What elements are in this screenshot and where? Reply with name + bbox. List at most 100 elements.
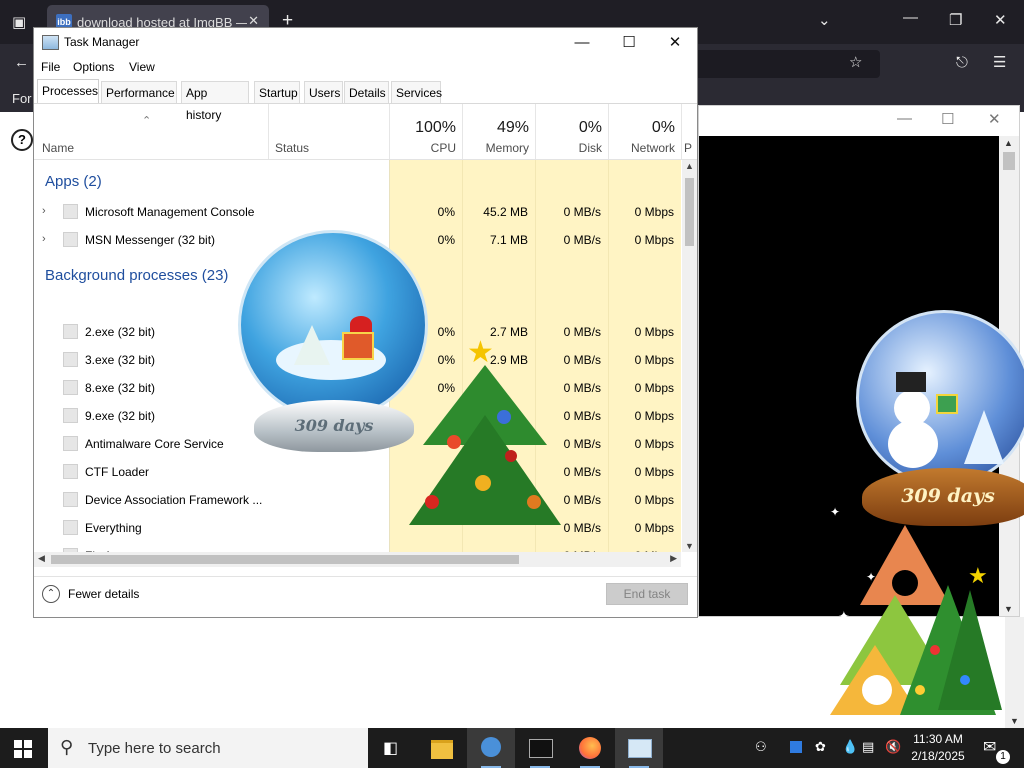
video-close-icon[interactable]: ✕ [988, 110, 1001, 128]
tab-performance[interactable]: Performance [101, 81, 177, 103]
tab-processes[interactable]: Processes [37, 79, 99, 103]
column-extra[interactable]: P [681, 104, 697, 159]
column-status[interactable]: Status [275, 141, 309, 155]
bookmark-star-icon[interactable]: ☆ [849, 53, 862, 71]
memory-total: 49% [496, 119, 529, 136]
search-bar[interactable]: ⚲ Type here to search [48, 728, 368, 768]
help-icon[interactable]: ? [11, 129, 33, 151]
tree-icon [938, 590, 1002, 710]
santa-hat-icon [350, 316, 372, 332]
task-view-icon[interactable]: ◧ [368, 728, 416, 768]
menu-options[interactable]: Options [73, 60, 114, 74]
process-icon [63, 464, 78, 479]
extensions-icon[interactable]: ⎋ [956, 54, 968, 71]
process-row[interactable]: Everything 0 MB/s 0 Mbps [34, 514, 681, 542]
end-task-button[interactable]: End task [606, 583, 688, 605]
tray-app-icon-3[interactable]: 💧 [842, 739, 858, 755]
chevron-up-icon[interactable]: ⌃ [42, 585, 60, 603]
ornament-icon [960, 675, 970, 685]
title-bar[interactable]: Task Manager — ☐ ✕ [34, 28, 697, 57]
scroll-down-icon[interactable]: ▼ [1004, 604, 1013, 614]
process-icon [63, 408, 78, 423]
sparkle-icon: ✦ [866, 570, 877, 584]
network-icon[interactable]: ▤ [862, 739, 874, 755]
fewer-details-link[interactable]: Fewer details [68, 587, 139, 601]
task-manager-icon[interactable] [615, 728, 663, 768]
video-minimize-icon[interactable]: — [897, 110, 912, 127]
terminal-icon[interactable] [516, 728, 564, 768]
tab-list-icon[interactable]: ▣ [12, 13, 26, 31]
group-background-header[interactable]: Background processes (23) [45, 267, 228, 284]
video-maximize-icon[interactable]: ☐ [941, 110, 954, 128]
file-explorer-icon[interactable] [418, 728, 466, 768]
minimize-icon[interactable]: — [903, 9, 918, 26]
notification-icon[interactable]: ✉ [983, 737, 996, 757]
process-name: MSN Messenger (32 bit) [85, 233, 216, 247]
page-scrollbar[interactable]: ▼ [1005, 617, 1024, 728]
scroll-thumb[interactable] [685, 178, 694, 246]
scroll-right-icon[interactable]: ▶ [670, 553, 677, 564]
scroll-down-icon[interactable]: ▼ [685, 541, 694, 551]
sort-up-icon: ⌃ [142, 115, 152, 127]
group-apps-header[interactable]: Apps (2) [45, 173, 102, 190]
start-icon[interactable] [14, 740, 32, 758]
tray-app-icon-2[interactable]: ✿ [815, 739, 826, 755]
menu-view[interactable]: View [129, 60, 155, 74]
tab-details[interactable]: Details [344, 81, 389, 103]
ornament-icon [915, 685, 925, 695]
christmas-tree-right: ★ [830, 525, 1005, 725]
process-row[interactable]: CTF Loader 0 MB/s 0 Mbps [34, 458, 681, 486]
tab-app-history[interactable]: App history [181, 81, 249, 122]
menu-file[interactable]: File [41, 60, 60, 74]
bookmark-item[interactable]: For [12, 91, 32, 106]
column-status-cell[interactable]: Status [268, 104, 389, 159]
column-network[interactable]: 0% Network [608, 104, 681, 159]
process-icon [63, 232, 78, 247]
process-row[interactable]: Firefox0 MB/s0 Mbps [34, 542, 681, 552]
process-memory: 45.2 MB [483, 205, 528, 219]
horizontal-scrollbar[interactable]: ◀ ▶ [34, 552, 681, 567]
scroll-thumb[interactable] [1003, 152, 1015, 170]
tray-app-icon[interactable] [790, 741, 802, 753]
people-icon[interactable]: ⚇ [755, 739, 767, 755]
vertical-scrollbar[interactable]: ▲ ▼ [682, 160, 697, 552]
clock-time: 11:30 AM [913, 732, 963, 746]
process-name: Microsoft Management Console [85, 205, 255, 219]
column-disk[interactable]: 0% Disk [535, 104, 608, 159]
process-row[interactable]: Device Association Framework ... 0 MB/s 0 … [34, 486, 681, 514]
maximize-icon[interactable]: ❐ [949, 11, 962, 29]
firefox-icon[interactable] [566, 728, 614, 768]
tab-services[interactable]: Services [391, 81, 442, 103]
menu-icon[interactable]: ☰ [993, 53, 1006, 71]
column-name[interactable]: Name [42, 141, 74, 155]
process-disk: 0 MB/s [563, 493, 601, 507]
minimize-button[interactable]: — [559, 31, 605, 55]
process-network: 0 Mbps [634, 353, 674, 367]
tab-users[interactable]: Users [304, 81, 343, 103]
volume-icon[interactable]: 🔇 [885, 739, 901, 755]
scroll-up-icon[interactable]: ▲ [1004, 138, 1013, 148]
scroll-left-icon[interactable]: ◀ [38, 553, 45, 564]
scroll-up-icon[interactable]: ▲ [685, 161, 694, 171]
chevron-right-icon[interactable]: › [42, 205, 46, 217]
tab-startup[interactable]: Startup [254, 81, 300, 103]
list-all-tabs-icon[interactable]: ⌄ [818, 11, 831, 29]
snowman-body-icon [888, 420, 938, 468]
back-icon[interactable]: ← [14, 54, 29, 71]
snow-globe-right: 309 days [852, 310, 1024, 528]
app-icon[interactable] [467, 728, 515, 768]
close-button[interactable]: ✕ [652, 31, 698, 55]
clock[interactable]: 11:30 AM 2/18/2025 [908, 731, 968, 765]
process-icon [63, 204, 78, 219]
column-cpu[interactable]: 100% CPU [389, 104, 462, 159]
cpu-total: 100% [415, 119, 456, 136]
scroll-down-icon[interactable]: ▼ [1010, 716, 1019, 726]
close-icon[interactable]: ✕ [994, 11, 1007, 29]
gift-box-icon [342, 332, 374, 360]
maximize-button[interactable]: ☐ [606, 31, 652, 55]
network-label: Network [630, 141, 675, 155]
column-memory[interactable]: 49% Memory [462, 104, 535, 159]
clock-date: 2/18/2025 [911, 749, 965, 763]
process-row[interactable]: › Microsoft Management Console 0% 45.2 MB 0 … [34, 198, 681, 226]
chevron-right-icon[interactable]: › [42, 233, 46, 245]
